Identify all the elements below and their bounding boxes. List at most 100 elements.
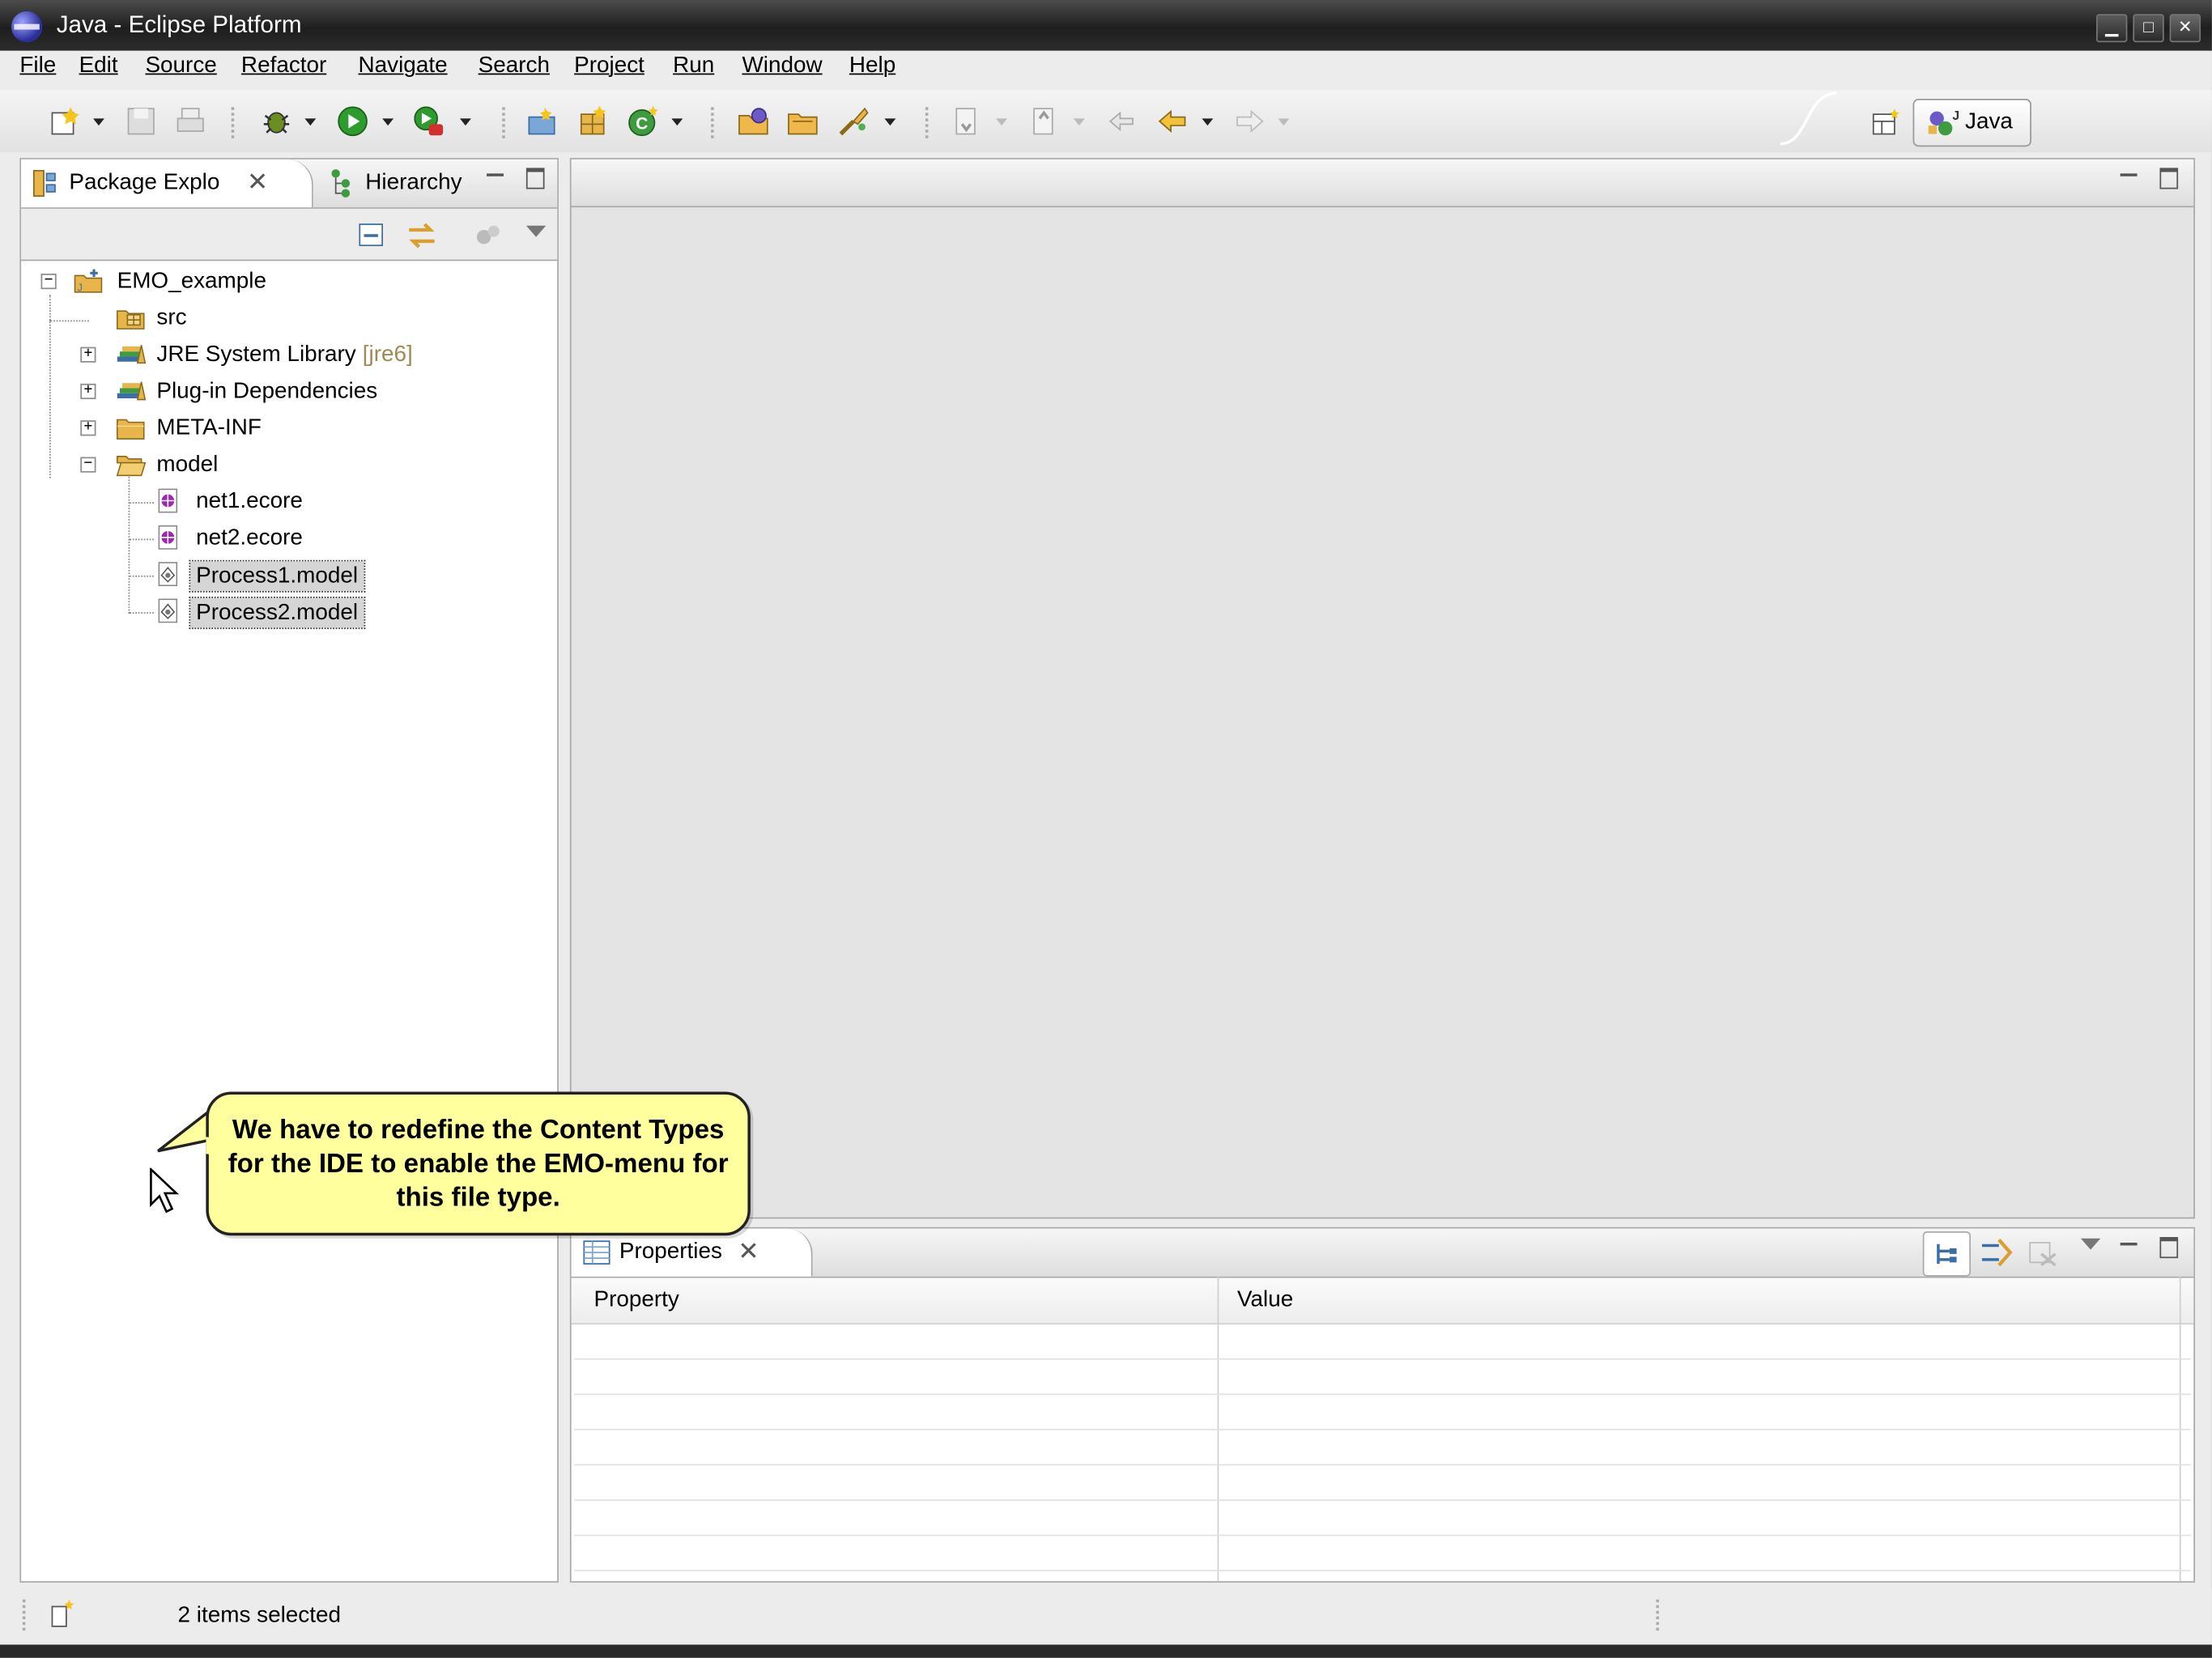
print-icon[interactable] [173,104,207,138]
hierarchy-icon [331,169,351,198]
tab-label: Properties [619,1239,722,1265]
run-dropdown[interactable] [382,118,394,126]
collapse-toggle[interactable]: − [40,273,57,290]
status-separator [1656,1599,1661,1631]
new-java-package-icon[interactable] [576,104,610,138]
open-type-icon[interactable] [736,104,770,138]
fast-view-icon[interactable] [48,1598,79,1632]
menu-search[interactable]: Search [479,53,550,79]
debug-dropdown[interactable] [304,118,317,126]
new-wizard-dropdown[interactable] [92,118,104,126]
external-tools-dropdown[interactable] [459,118,471,126]
collapse-all-icon[interactable] [357,222,388,250]
table-row [574,1501,2191,1537]
close-tab-icon[interactable]: ✕ [738,1237,759,1267]
minimize-view-button[interactable] [2120,1242,2138,1246]
previous-annotation-dropdown[interactable] [1073,118,1085,126]
maximize-button[interactable]: □ [2133,14,2164,43]
status-separator [22,1599,28,1631]
close-button[interactable]: ✕ [2169,14,2201,43]
next-annotation-icon[interactable] [950,104,984,138]
menu-window[interactable]: Window [742,53,822,79]
tab-package-explorer[interactable]: Package Explo ✕ [21,159,313,208]
open-perspective-icon[interactable] [1870,107,1901,138]
tree-item-plugin-dependencies[interactable]: + Plug-in Dependencies [21,376,555,407]
maximize-view-button[interactable] [2159,1236,2179,1259]
back-dropdown[interactable] [1202,118,1214,126]
open-task-icon[interactable] [785,104,819,138]
maximize-editor-button[interactable] [2159,168,2179,189]
view-menu-icon[interactable] [525,225,547,237]
tree-item-model-folder[interactable]: − model [21,450,555,481]
external-tools-icon[interactable] [412,104,446,138]
save-icon[interactable] [124,104,158,138]
menu-project[interactable]: Project [574,53,644,79]
tree-item-jre-library[interactable]: + JRE System Library [jre6] [21,340,555,371]
new-wizard-icon[interactable] [48,104,82,138]
eclipse-window: Java - Eclipse Platform ▁ □ ✕ File Edit … [0,0,2212,1658]
svg-text:J: J [78,282,83,293]
categories-icon [1937,1244,1957,1265]
next-annotation-dropdown[interactable] [996,118,1008,126]
java-perspective-icon: J [1928,109,1959,136]
new-java-class-icon[interactable]: C [627,104,661,138]
maximize-view-button[interactable] [525,168,545,189]
table-row [574,1395,2191,1431]
last-edit-location-icon[interactable] [1104,104,1138,138]
svg-text:J: J [1952,109,1959,123]
minimize-editor-button[interactable] [2120,173,2138,176]
java-perspective-button[interactable]: J Java [1912,98,2031,147]
run-icon[interactable] [336,104,370,138]
search-dropdown[interactable] [884,118,896,126]
new-java-project-icon[interactable] [525,104,559,138]
forward-icon[interactable] [1233,104,1267,138]
src-label: src [156,306,187,330]
search-icon[interactable] [836,104,870,138]
tree-item-process2-model[interactable]: Process2.model [21,596,555,630]
link-with-editor-icon[interactable] [405,220,439,251]
expand-toggle[interactable]: + [80,419,96,436]
tab-properties[interactable]: Properties ✕ [571,1228,813,1277]
java-project-icon: J [74,269,103,293]
column-header-value[interactable]: Value [1237,1288,1293,1313]
show-categories-button[interactable] [1922,1231,1971,1277]
menu-navigate[interactable]: Navigate [359,53,448,79]
menu-run[interactable]: Run [673,53,714,79]
back-icon[interactable] [1155,104,1189,138]
tree-item-net1-ecore[interactable]: net1.ecore [21,487,555,517]
collapse-toggle[interactable]: − [80,457,96,473]
title-bar: Java - Eclipse Platform ▁ □ ✕ [0,0,2212,51]
expand-toggle[interactable]: + [80,346,96,363]
menu-help[interactable]: Help [849,53,895,79]
new-java-class-dropdown[interactable] [671,118,683,126]
view-menu-icon[interactable] [2080,1238,2101,1250]
jre-library-label: JRE System Library [156,342,356,367]
tree-item-src[interactable]: src [21,304,555,334]
minimize-view-button[interactable] [487,173,504,176]
properties-table-header: Property Value [571,1278,2194,1325]
tab-hierarchy[interactable]: Hierarchy [325,159,495,207]
column-header-property[interactable]: Property [594,1288,679,1313]
previous-annotation-icon[interactable] [1027,104,1061,138]
source-folder-icon [117,310,145,329]
close-tab-icon[interactable]: ✕ [247,168,268,198]
restore-default-icon[interactable] [2027,1239,2058,1268]
forward-dropdown[interactable] [1278,118,1290,126]
tree-item-process1-model[interactable]: Process1.model [21,559,555,593]
toolbar-separator [502,107,508,138]
debug-icon[interactable] [260,104,294,138]
meta-inf-label: META-INF [156,415,262,440]
minimize-button[interactable]: ▁ [2096,14,2128,43]
eclipse-icon [11,11,43,43]
show-advanced-icon[interactable] [1979,1237,2013,1268]
tree-item-net2-ecore[interactable]: net2.ecore [21,523,555,554]
menu-file[interactable]: File [19,53,56,79]
menu-source[interactable]: Source [145,53,216,79]
menu-edit[interactable]: Edit [79,53,118,79]
expand-toggle[interactable]: + [80,383,96,400]
properties-icon [583,1240,610,1265]
tree-item-meta-inf[interactable]: + META-INF [21,413,555,444]
focus-on-active-task-icon[interactable] [473,222,504,250]
tree-item-project[interactable]: − J EMO_example [21,266,555,297]
menu-refactor[interactable]: Refactor [241,53,326,79]
